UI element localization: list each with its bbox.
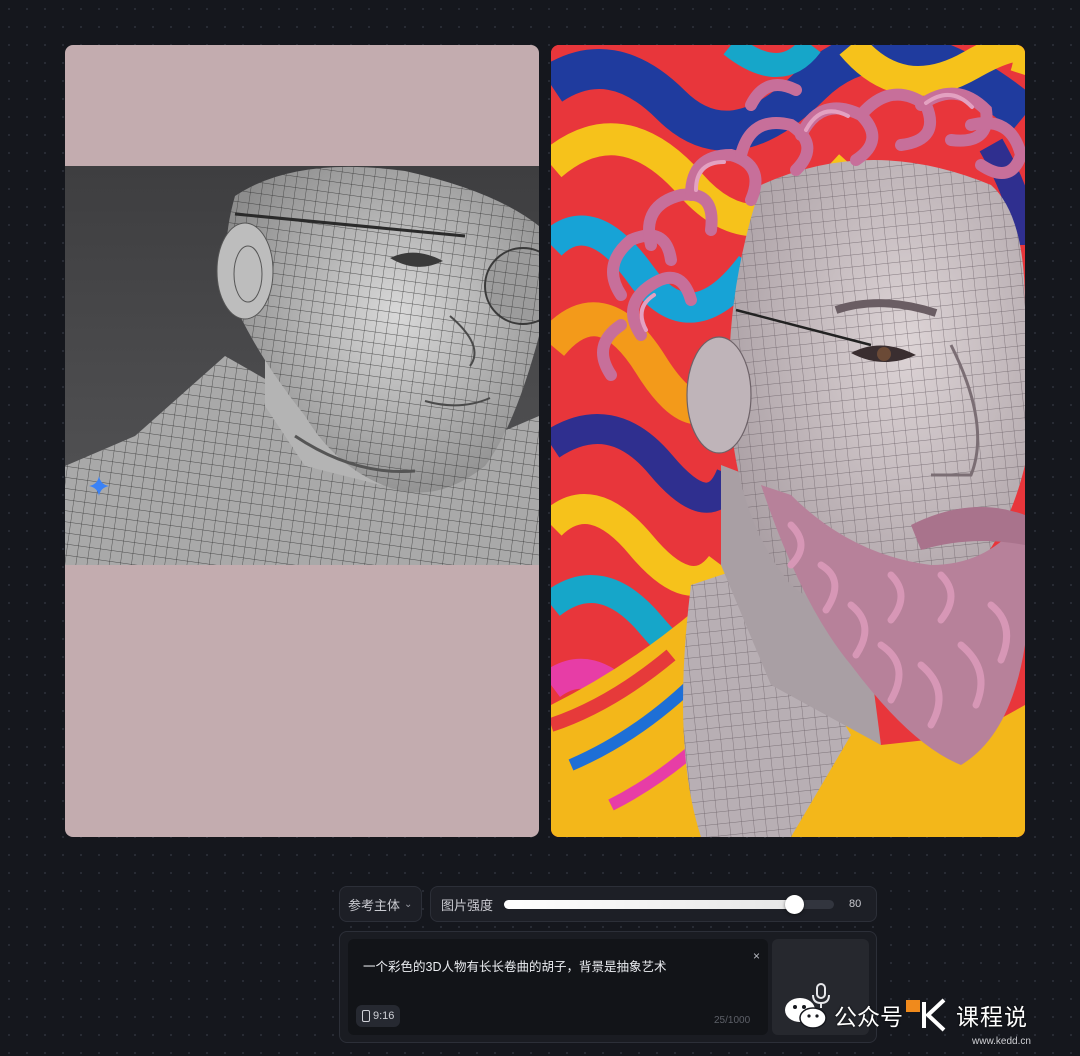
- voice-input-button[interactable]: [772, 939, 869, 1035]
- image-strength-label: 图片强度: [441, 897, 494, 913]
- image-strength-slider[interactable]: [504, 895, 834, 914]
- image-strength-value: 80: [849, 898, 862, 910]
- generated-image-panel[interactable]: [551, 45, 1025, 837]
- reference-wireframe-image: [65, 166, 539, 565]
- microphone-icon: [812, 983, 830, 1008]
- image-strength-control: 图片强度 80: [430, 886, 877, 922]
- watermark-text-right: 课程说: [956, 1004, 1028, 1030]
- prompt-text[interactable]: 一个彩色的3D人物有长长卷曲的胡子，背景是抽象艺术: [363, 956, 666, 975]
- reference-subject-dropdown[interactable]: 参考主体 ⌄: [339, 886, 422, 922]
- reference-subject-label: 参考主体: [348, 897, 401, 913]
- image-strength-slider-thumb[interactable]: [785, 895, 805, 914]
- prompt-container: 一个彩色的3D人物有长长卷曲的胡子，背景是抽象艺术 × 9:16 25/1000: [339, 931, 877, 1043]
- reference-image-panel[interactable]: [65, 45, 539, 837]
- watermark-logo: [906, 998, 946, 1032]
- phone-icon: [362, 1010, 370, 1022]
- generated-portrait-image: [551, 45, 1025, 837]
- sparkle-icon: [89, 476, 109, 496]
- aspect-ratio-button[interactable]: 9:16: [356, 1005, 401, 1027]
- clear-prompt-button[interactable]: ×: [753, 949, 760, 963]
- prompt-input-area[interactable]: 一个彩色的3D人物有长长卷曲的胡子，背景是抽象艺术 × 9:16 25/1000: [348, 939, 768, 1035]
- image-strength-slider-fill: [504, 900, 795, 909]
- character-count: 25/1000: [714, 1015, 751, 1026]
- watermark-site: www.kedd.cn: [972, 1036, 1031, 1047]
- chevron-down-icon: ⌄: [404, 898, 413, 910]
- aspect-ratio-label: 9:16: [373, 1010, 395, 1022]
